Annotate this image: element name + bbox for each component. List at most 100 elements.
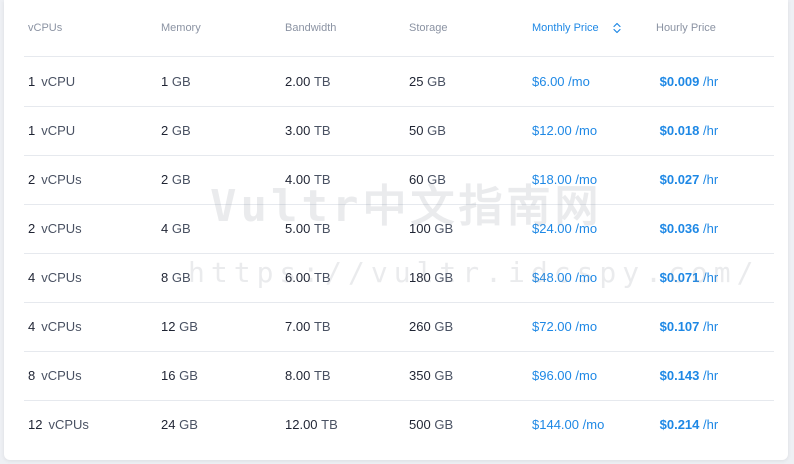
storage-unit: GB bbox=[427, 172, 446, 187]
table-row[interactable]: 12 vCPUs 24 GB 12.00 TB 500 GB $144.00 /m… bbox=[24, 400, 774, 449]
bandwidth-value: 2.00 bbox=[285, 74, 311, 89]
cell-bandwidth: 3.00 TB bbox=[285, 106, 331, 155]
cell-monthly-price: $18.00 /mo bbox=[532, 155, 597, 204]
table-row[interactable]: 4 vCPUs 12 GB 7.00 TB 260 GB $72.00 /mo $… bbox=[24, 302, 774, 352]
vcpus-value: 1 bbox=[28, 123, 36, 138]
header-memory[interactable]: Memory bbox=[161, 0, 201, 56]
cell-storage: 260 GB bbox=[409, 302, 453, 351]
bandwidth-value: 5.00 bbox=[285, 221, 311, 236]
bandwidth-unit: TB bbox=[313, 221, 331, 236]
table-header-row: vCPUs Memory Bandwidth Storage Monthly P… bbox=[24, 0, 774, 57]
cell-bandwidth: 2.00 TB bbox=[285, 57, 331, 106]
hourly-price-unit: /hr bbox=[703, 74, 719, 89]
memory-unit: GB bbox=[171, 270, 191, 285]
bandwidth-unit: TB bbox=[313, 368, 331, 383]
vcpus-value: 4 bbox=[28, 319, 36, 334]
table-row[interactable]: 2 vCPUs 2 GB 4.00 TB 60 GB $18.00 /mo $0.… bbox=[24, 155, 774, 205]
bandwidth-unit: TB bbox=[313, 123, 331, 138]
vcpus-unit: vCPUs bbox=[41, 270, 82, 285]
table-row[interactable]: 4 vCPUs 8 GB 6.00 TB 180 GB $48.00 /mo $0… bbox=[24, 253, 774, 303]
vcpus-value: 12 bbox=[28, 417, 43, 432]
cell-storage: 350 GB bbox=[409, 351, 453, 400]
cell-storage: 180 GB bbox=[409, 253, 453, 302]
cell-memory: 2 GB bbox=[161, 155, 191, 204]
header-monthly-price[interactable]: Monthly Price bbox=[532, 0, 621, 56]
pricing-table-card: vCPUs Memory Bandwidth Storage Monthly P… bbox=[4, 0, 788, 460]
monthly-price-unit: /mo bbox=[575, 172, 598, 187]
monthly-price-unit: /mo bbox=[575, 368, 598, 383]
monthly-price-unit: /mo bbox=[575, 221, 598, 236]
header-bandwidth[interactable]: Bandwidth bbox=[285, 0, 336, 56]
cell-monthly-price: $12.00 /mo bbox=[532, 106, 597, 155]
bandwidth-unit: TB bbox=[321, 417, 338, 432]
table-row[interactable]: 1 vCPU 1 GB 2.00 TB 25 GB $6.00 /mo $0.00… bbox=[24, 57, 774, 107]
vcpus-unit: vCPUs bbox=[41, 319, 82, 334]
vcpus-unit: vCPUs bbox=[48, 417, 89, 432]
hourly-price-value: $0.009 bbox=[659, 74, 700, 89]
cell-memory: 16 GB bbox=[161, 351, 198, 400]
memory-unit: GB bbox=[171, 74, 191, 89]
header-vcpus[interactable]: vCPUs bbox=[28, 0, 62, 56]
monthly-price-unit: /mo bbox=[582, 417, 605, 432]
header-storage[interactable]: Storage bbox=[409, 0, 448, 56]
cell-hourly-price: $0.018 /hr bbox=[656, 106, 719, 155]
cell-hourly-price: $0.214 /hr bbox=[656, 400, 719, 449]
bandwidth-value: 4.00 bbox=[285, 172, 311, 187]
hourly-price-value: $0.036 bbox=[659, 221, 700, 236]
header-hourly-price[interactable]: Hourly Price bbox=[656, 0, 716, 56]
cell-monthly-price: $48.00 /mo bbox=[532, 253, 597, 302]
memory-unit: GB bbox=[171, 221, 191, 236]
hourly-price-value: $0.018 bbox=[659, 123, 700, 138]
bandwidth-value: 8.00 bbox=[285, 368, 311, 383]
cell-vcpus: 4 vCPUs bbox=[28, 253, 82, 302]
storage-value: 500 bbox=[409, 417, 431, 432]
monthly-price-unit: /mo bbox=[575, 123, 598, 138]
cell-memory: 24 GB bbox=[161, 400, 198, 449]
bandwidth-value: 12.00 bbox=[285, 417, 318, 432]
memory-unit: GB bbox=[179, 417, 198, 432]
vcpus-value: 2 bbox=[28, 221, 36, 236]
cell-bandwidth: 12.00 TB bbox=[285, 400, 338, 449]
table-row[interactable]: 2 vCPUs 4 GB 5.00 TB 100 GB $24.00 /mo $0… bbox=[24, 204, 774, 254]
bandwidth-value: 3.00 bbox=[285, 123, 311, 138]
storage-value: 25 bbox=[409, 74, 424, 89]
cell-hourly-price: $0.071 /hr bbox=[656, 253, 719, 302]
memory-value: 8 bbox=[161, 270, 169, 285]
vcpus-value: 8 bbox=[28, 368, 36, 383]
bandwidth-value: 6.00 bbox=[285, 270, 311, 285]
vcpus-unit: vCPU bbox=[41, 123, 76, 138]
storage-unit: GB bbox=[434, 417, 454, 432]
storage-unit: GB bbox=[434, 319, 454, 334]
storage-value: 60 bbox=[409, 172, 424, 187]
cell-memory: 1 GB bbox=[161, 57, 191, 106]
table-row[interactable]: 1 vCPU 2 GB 3.00 TB 50 GB $12.00 /mo $0.0… bbox=[24, 106, 774, 156]
bandwidth-unit: TB bbox=[313, 319, 331, 334]
sort-updown-icon[interactable] bbox=[613, 22, 621, 34]
storage-unit: GB bbox=[434, 270, 454, 285]
monthly-price-value: $72.00 bbox=[532, 319, 572, 334]
header-monthly-price-label: Monthly Price bbox=[532, 22, 599, 34]
monthly-price-unit: /mo bbox=[568, 74, 590, 89]
cell-bandwidth: 6.00 TB bbox=[285, 253, 331, 302]
monthly-price-value: $48.00 bbox=[532, 270, 572, 285]
cell-vcpus: 1 vCPU bbox=[28, 57, 75, 106]
monthly-price-unit: /mo bbox=[575, 319, 598, 334]
header-memory-label: Memory bbox=[161, 22, 201, 34]
hourly-price-value: $0.027 bbox=[659, 172, 700, 187]
cell-monthly-price: $144.00 /mo bbox=[532, 400, 604, 449]
vcpus-unit: vCPUs bbox=[41, 221, 82, 236]
vcpus-unit: vCPUs bbox=[41, 368, 82, 383]
hourly-price-value: $0.071 bbox=[659, 270, 700, 285]
storage-unit: GB bbox=[434, 221, 454, 236]
table-row[interactable]: 8 vCPUs 16 GB 8.00 TB 350 GB $96.00 /mo $… bbox=[24, 351, 774, 401]
hourly-price-unit: /hr bbox=[703, 368, 719, 383]
cell-storage: 500 GB bbox=[409, 400, 453, 449]
cell-vcpus: 1 vCPU bbox=[28, 106, 75, 155]
hourly-price-value: $0.107 bbox=[659, 319, 700, 334]
header-hourly-price-label: Hourly Price bbox=[656, 22, 716, 34]
storage-unit: GB bbox=[434, 368, 454, 383]
vcpus-value: 1 bbox=[28, 74, 36, 89]
cell-vcpus: 4 vCPUs bbox=[28, 302, 82, 351]
memory-unit: GB bbox=[179, 368, 198, 383]
header-storage-label: Storage bbox=[409, 22, 448, 34]
